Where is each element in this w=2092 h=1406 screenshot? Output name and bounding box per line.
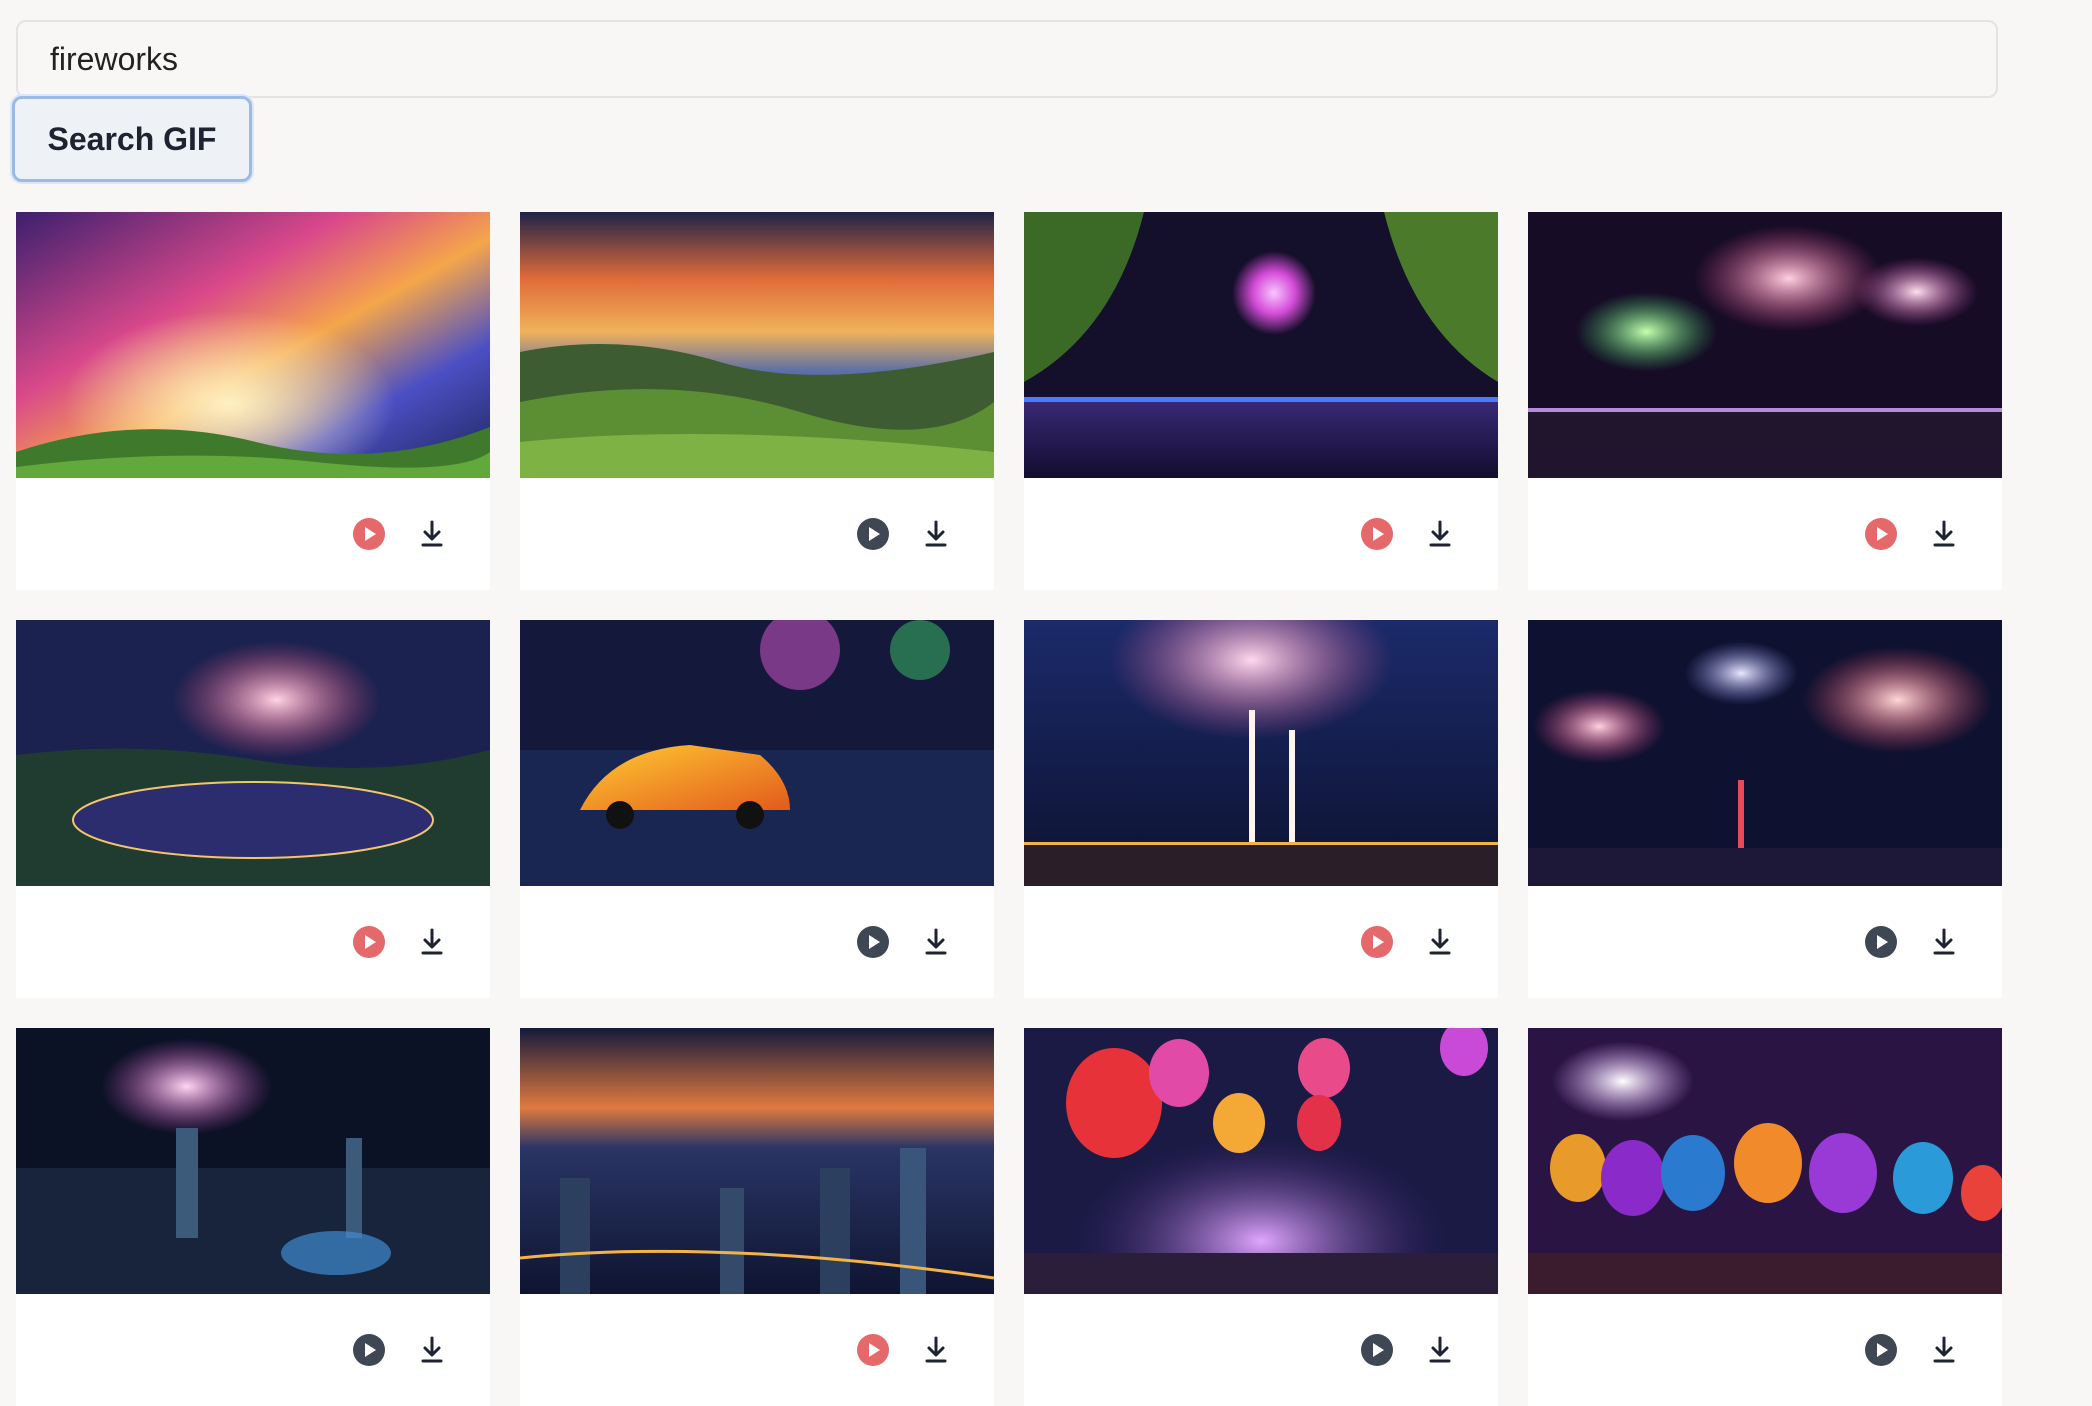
play-icon[interactable] — [1865, 1334, 1897, 1366]
download-icon[interactable] — [414, 924, 450, 960]
download-icon[interactable] — [918, 1332, 954, 1368]
download-icon[interactable] — [1926, 1332, 1962, 1368]
play-icon[interactable] — [1865, 518, 1897, 550]
search-input[interactable] — [16, 20, 1998, 98]
download-icon[interactable] — [918, 516, 954, 552]
card-footer — [16, 886, 490, 998]
download-icon[interactable] — [1422, 1332, 1458, 1368]
gif-card — [1528, 212, 2002, 590]
card-footer — [1024, 1294, 1498, 1406]
play-icon[interactable] — [1361, 926, 1393, 958]
card-footer — [520, 478, 994, 590]
play-icon[interactable] — [857, 926, 889, 958]
results-grid — [16, 212, 2002, 1406]
gif-card — [520, 1028, 994, 1406]
gif-card — [1528, 620, 2002, 998]
play-icon[interactable] — [1361, 518, 1393, 550]
gif-card — [16, 1028, 490, 1406]
gif-thumbnail[interactable] — [520, 1028, 994, 1294]
play-icon[interactable] — [1361, 1334, 1393, 1366]
download-icon[interactable] — [1422, 516, 1458, 552]
download-icon[interactable] — [414, 516, 450, 552]
card-footer — [1528, 1294, 2002, 1406]
gif-thumbnail[interactable] — [1528, 620, 2002, 886]
play-icon[interactable] — [353, 518, 385, 550]
search-gif-button[interactable]: Search GIF — [12, 96, 252, 182]
gif-thumbnail[interactable] — [16, 1028, 490, 1294]
gif-thumbnail[interactable] — [1024, 212, 1498, 478]
download-icon[interactable] — [414, 1332, 450, 1368]
gif-card — [520, 212, 994, 590]
gif-card — [1024, 620, 1498, 998]
gif-thumbnail[interactable] — [1024, 620, 1498, 886]
gif-thumbnail[interactable] — [520, 212, 994, 478]
card-footer — [1024, 886, 1498, 998]
card-footer — [1024, 478, 1498, 590]
play-icon[interactable] — [353, 1334, 385, 1366]
card-footer — [520, 1294, 994, 1406]
play-icon[interactable] — [353, 926, 385, 958]
download-icon[interactable] — [1422, 924, 1458, 960]
gif-card — [520, 620, 994, 998]
play-icon[interactable] — [857, 1334, 889, 1366]
gif-thumbnail[interactable] — [520, 620, 994, 886]
gif-thumbnail[interactable] — [1024, 1028, 1498, 1294]
play-icon[interactable] — [1865, 926, 1897, 958]
card-footer — [520, 886, 994, 998]
download-icon[interactable] — [1926, 924, 1962, 960]
gif-card — [1024, 212, 1498, 590]
gif-card — [16, 212, 490, 590]
gif-thumbnail[interactable] — [1528, 212, 2002, 478]
play-icon[interactable] — [857, 518, 889, 550]
card-footer — [16, 478, 490, 590]
download-icon[interactable] — [1926, 516, 1962, 552]
gif-thumbnail[interactable] — [16, 212, 490, 478]
gif-thumbnail[interactable] — [1528, 1028, 2002, 1294]
card-footer — [16, 1294, 490, 1406]
gif-card — [16, 620, 490, 998]
card-footer — [1528, 478, 2002, 590]
download-icon[interactable] — [918, 924, 954, 960]
gif-thumbnail[interactable] — [16, 620, 490, 886]
gif-card — [1024, 1028, 1498, 1406]
gif-card — [1528, 1028, 2002, 1406]
card-footer — [1528, 886, 2002, 998]
